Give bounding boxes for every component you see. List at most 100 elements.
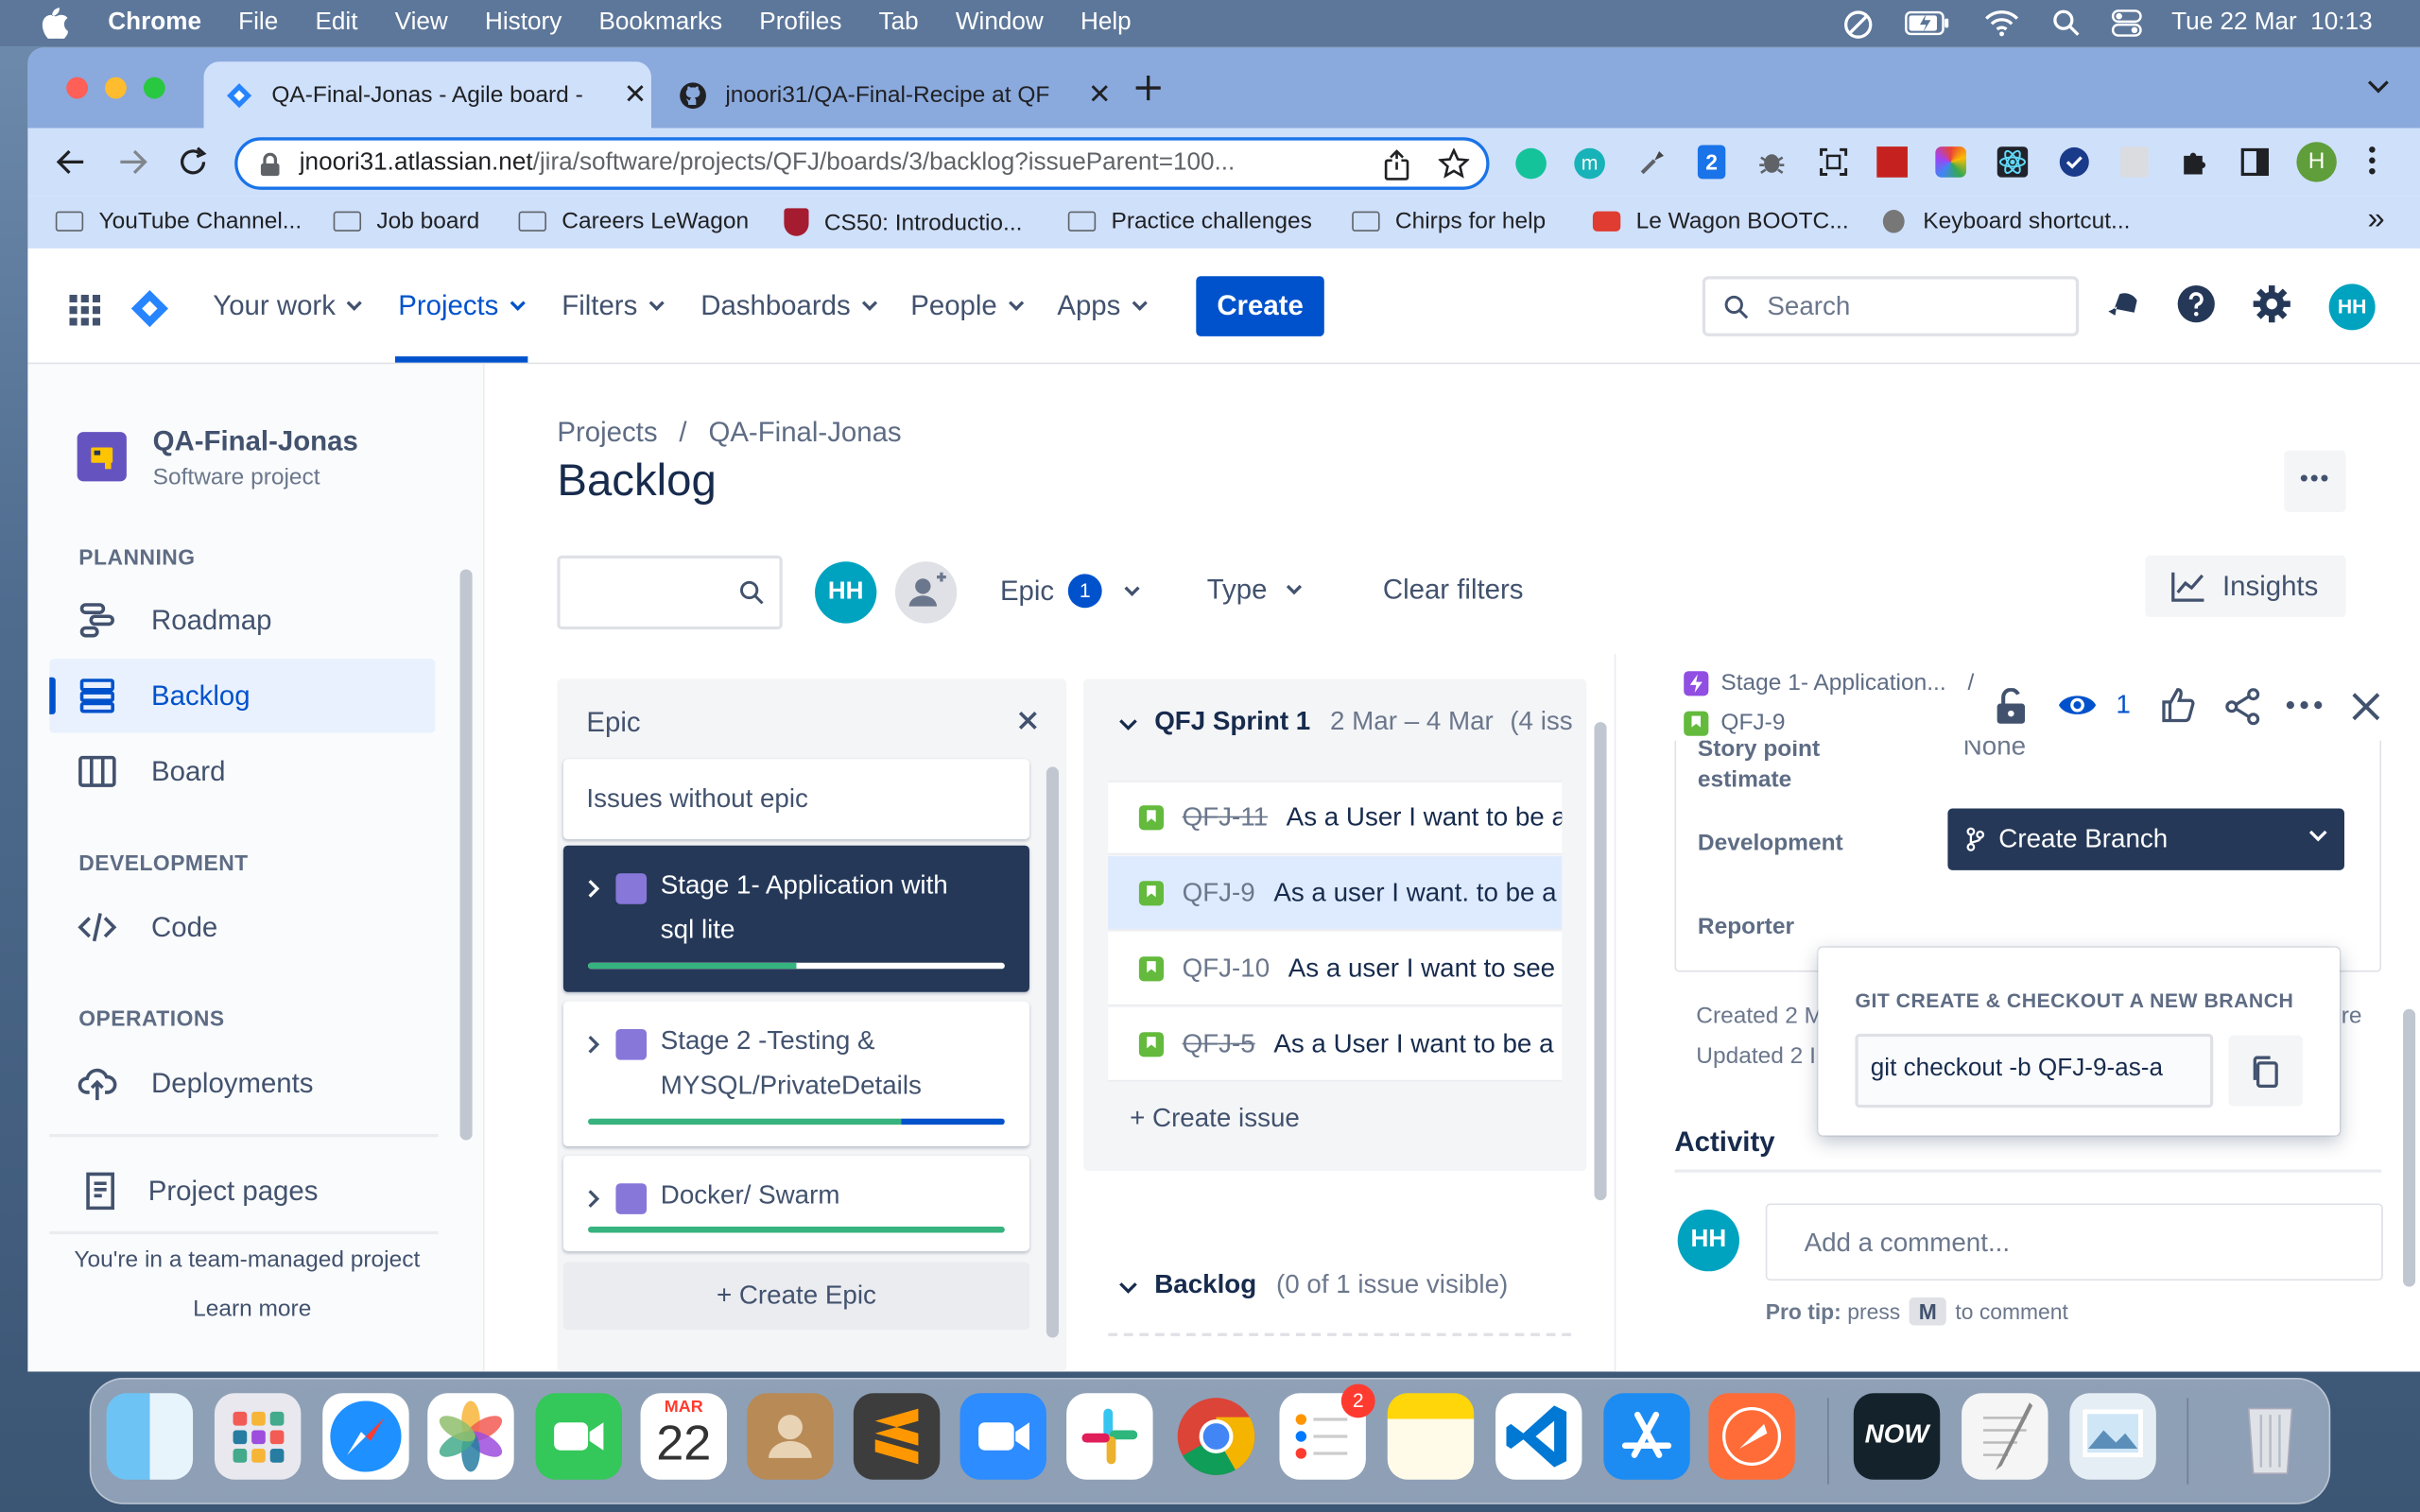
- menu-help[interactable]: Help: [1080, 9, 1132, 37]
- m-extension-icon[interactable]: m: [1574, 147, 1605, 180]
- reload-button[interactable]: [176, 145, 210, 179]
- react-devtools-icon[interactable]: [1996, 146, 2029, 178]
- nav-filters[interactable]: Filters: [562, 290, 665, 322]
- jira-logo-icon[interactable]: [130, 288, 169, 328]
- like-icon[interactable]: [2159, 687, 2196, 724]
- menu-clock[interactable]: Tue 22 Mar 10:13: [2171, 9, 2372, 37]
- screenshot-icon[interactable]: [1818, 146, 1849, 178]
- finder-icon[interactable]: [106, 1393, 194, 1480]
- photos-icon[interactable]: [427, 1393, 514, 1480]
- close-epic-panel-icon[interactable]: [1017, 710, 1039, 731]
- now-tv-icon[interactable]: NOW: [1853, 1393, 1941, 1480]
- app-store-icon[interactable]: [1603, 1393, 1690, 1480]
- issue-row-qfj-11[interactable]: QFJ-11 As a User I want to be a: [1108, 781, 1563, 855]
- wifi-icon[interactable]: [1985, 9, 2019, 37]
- sublime-text-icon[interactable]: [853, 1393, 941, 1480]
- issue-key[interactable]: QFJ-10: [1183, 953, 1270, 984]
- epic-card-docker-swarm[interactable]: Docker/ Swarm: [562, 1155, 1029, 1252]
- share-icon[interactable]: [2224, 688, 2261, 726]
- new-tab-button[interactable]: [1132, 73, 1164, 104]
- preview-icon[interactable]: [2069, 1393, 2156, 1480]
- notifications-icon[interactable]: [2105, 287, 2142, 324]
- epic-card-stage-2[interactable]: Stage 2 -Testing & MYSQL/PrivateDetails: [562, 1001, 1029, 1147]
- issue-key[interactable]: QFJ-11: [1183, 802, 1268, 833]
- chevron-down-icon[interactable]: [1119, 717, 1138, 732]
- launchpad-icon[interactable]: [214, 1393, 302, 1480]
- chevron-right-icon[interactable]: [586, 880, 601, 899]
- reminders-icon[interactable]: 2: [1279, 1383, 1375, 1480]
- check-extension-icon[interactable]: [2059, 146, 2090, 178]
- side-panel-icon[interactable]: [2240, 147, 2269, 177]
- apple-icon[interactable]: [40, 8, 68, 39]
- breadcrumb-project[interactable]: QA-Final-Jonas: [708, 417, 901, 449]
- chrome-icon[interactable]: [1173, 1393, 1259, 1479]
- bookmark-keyboard-shortcuts[interactable]: Keyboard shortcut...: [1882, 208, 2130, 234]
- sidebar-scrollbar[interactable]: [459, 569, 473, 1141]
- pdf-extension-icon[interactable]: [2120, 146, 2149, 178]
- menu-history[interactable]: History: [485, 9, 562, 37]
- chevron-down-icon[interactable]: [1119, 1280, 1138, 1296]
- comment-input[interactable]: Add a comment...: [1765, 1203, 2383, 1281]
- create-issue-button[interactable]: + Create issue: [1130, 1103, 1300, 1134]
- close-tab-icon[interactable]: ✕: [1088, 78, 1112, 111]
- menu-file[interactable]: File: [238, 9, 278, 37]
- bookmark-le-wagon-bootcamp[interactable]: Le Wagon BOOTC...: [1592, 208, 1849, 234]
- tab-github[interactable]: jnoori31/QA-Final-Recipe at QF ✕: [664, 61, 1112, 128]
- notes-icon[interactable]: [1387, 1393, 1475, 1480]
- issue-key[interactable]: QFJ-5: [1183, 1028, 1255, 1059]
- create-button[interactable]: Create: [1196, 276, 1324, 336]
- learn-more-link[interactable]: Learn more: [193, 1296, 311, 1322]
- bookmark-cs50[interactable]: CS50: Introductio...: [784, 208, 1022, 236]
- ruler-icon[interactable]: [1876, 146, 1908, 178]
- settings-gear-icon[interactable]: [2252, 284, 2291, 323]
- nav-people[interactable]: People: [910, 290, 1025, 322]
- share-icon[interactable]: [1383, 149, 1410, 180]
- facetime-icon[interactable]: [535, 1393, 622, 1480]
- more-options-icon[interactable]: [2286, 700, 2323, 710]
- eyedropper-icon[interactable]: [1637, 146, 1668, 178]
- board-scrollbar[interactable]: [1594, 722, 1607, 1201]
- sprint-name[interactable]: QFJ Sprint 1: [1154, 707, 1310, 736]
- more-actions-button[interactable]: •••: [2284, 450, 2346, 513]
- type-filter-button[interactable]: Type: [1207, 574, 1303, 606]
- help-icon[interactable]: [2176, 284, 2216, 323]
- forward-button[interactable]: [117, 146, 148, 178]
- project-avatar[interactable]: [77, 432, 127, 482]
- lock-icon[interactable]: [259, 152, 281, 178]
- project-name[interactable]: QA-Final-Jonas: [153, 426, 358, 458]
- chrome-menu-icon[interactable]: [2367, 144, 2377, 178]
- create-epic-button[interactable]: + Create Epic: [562, 1262, 1029, 1331]
- menu-bookmarks[interactable]: Bookmarks: [598, 9, 722, 37]
- copy-button[interactable]: [2228, 1035, 2303, 1107]
- close-window-button[interactable]: [66, 77, 89, 99]
- minimize-window-button[interactable]: [105, 77, 127, 99]
- spotlight-search-icon[interactable]: [2052, 9, 2080, 37]
- issues-without-epic[interactable]: Issues without epic: [562, 759, 1029, 840]
- bookmark-careers-lewagon[interactable]: Careers LeWagon: [518, 208, 749, 234]
- chevron-right-icon[interactable]: [586, 1190, 601, 1209]
- menu-window[interactable]: Window: [956, 9, 1044, 37]
- issue-key[interactable]: QFJ-9: [1183, 877, 1255, 908]
- focus-icon[interactable]: [1842, 9, 1874, 41]
- bookmark-practice-challenges[interactable]: Practice challenges: [1067, 208, 1312, 234]
- clear-filters-button[interactable]: Clear filters: [1383, 574, 1524, 606]
- search-input[interactable]: Search: [1702, 276, 2080, 336]
- issue-row-qfj-9[interactable]: QFJ-9 As a user I want. to be a: [1108, 856, 1563, 931]
- detail-scrollbar[interactable]: [2403, 1008, 2416, 1287]
- sidebar-item-code[interactable]: Code: [49, 890, 435, 964]
- bug-icon[interactable]: [1756, 146, 1788, 178]
- chevron-right-icon[interactable]: [586, 1035, 601, 1055]
- user-avatar[interactable]: HH: [2328, 284, 2376, 331]
- two-extension-icon[interactable]: 2: [1697, 145, 1726, 180]
- git-command-field[interactable]: git checkout -b QFJ-9-as-a: [1855, 1033, 2214, 1108]
- sidebar-item-project-pages[interactable]: Project pages: [49, 1154, 435, 1228]
- sidebar-item-board[interactable]: Board: [49, 734, 435, 808]
- trash-icon[interactable]: [2227, 1393, 2313, 1479]
- slack-icon[interactable]: [1066, 1393, 1153, 1480]
- tab-jira-backlog[interactable]: QA-Final-Jonas - Agile board - ✕: [203, 61, 651, 129]
- bookmarks-overflow-button[interactable]: »: [2367, 202, 2384, 238]
- back-button[interactable]: [56, 146, 87, 178]
- bookmark-chirps-for-help[interactable]: Chirps for help: [1352, 208, 1546, 234]
- menu-edit[interactable]: Edit: [315, 9, 357, 37]
- backlog-search-input[interactable]: [557, 555, 783, 630]
